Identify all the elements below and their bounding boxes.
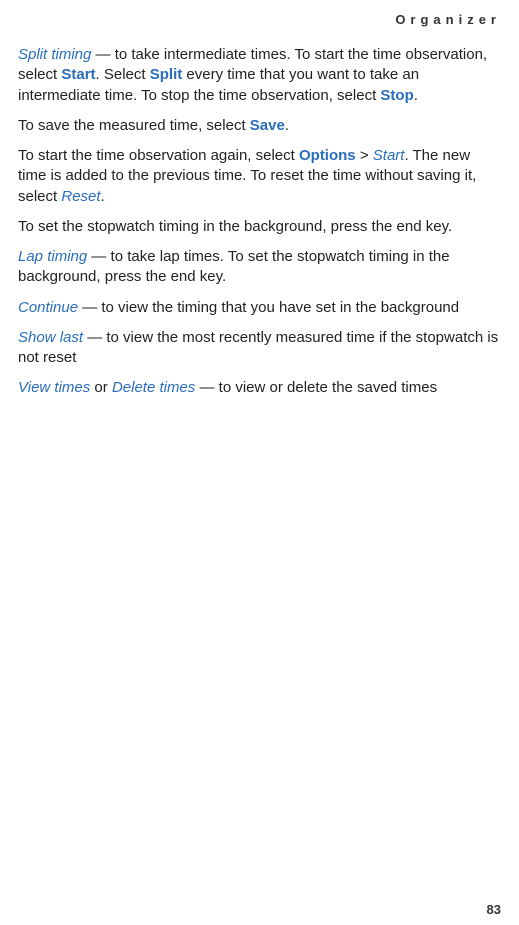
term-continue: Continue — [18, 299, 78, 316]
action-stop: Stop — [380, 87, 413, 104]
paragraph-options: To start the time observation again, sel… — [18, 146, 501, 207]
term-split-timing: Split timing — [18, 46, 91, 63]
page-number: 83 — [487, 902, 501, 917]
action-start-italic: Start — [373, 147, 405, 164]
text: . Select — [96, 66, 150, 83]
action-save: Save — [250, 117, 285, 134]
text: . — [101, 188, 105, 205]
term-lap-timing: Lap timing — [18, 248, 87, 265]
action-reset: Reset — [61, 188, 100, 205]
term-view-times: View times — [18, 379, 90, 396]
paragraph-continue: Continue — to view the timing that you h… — [18, 298, 501, 318]
paragraph-view-delete: View times or Delete times — to view or … — [18, 378, 501, 398]
text: — to view the most recently measured tim… — [18, 329, 498, 366]
term-delete-times: Delete times — [112, 379, 195, 396]
action-split: Split — [150, 66, 183, 83]
text: . — [414, 87, 418, 104]
text: — to view the timing that you have set i… — [78, 299, 459, 316]
text: > — [356, 147, 373, 164]
text: or — [90, 379, 112, 396]
page-header: Organizer — [18, 12, 501, 27]
term-show-last: Show last — [18, 329, 83, 346]
text: To start the time observation again, sel… — [18, 147, 299, 164]
action-options: Options — [299, 147, 356, 164]
paragraph-background: To set the stopwatch timing in the backg… — [18, 217, 501, 237]
text: To save the measured time, select — [18, 117, 250, 134]
paragraph-save: To save the measured time, select Save. — [18, 116, 501, 136]
paragraph-split-timing: Split timing — to take intermediate time… — [18, 45, 501, 106]
paragraph-lap-timing: Lap timing — to take lap times. To set t… — [18, 247, 501, 288]
paragraph-show-last: Show last — to view the most recently me… — [18, 328, 501, 369]
text: — to view or delete the saved times — [195, 379, 437, 396]
text: . — [285, 117, 289, 134]
action-start: Start — [61, 66, 95, 83]
